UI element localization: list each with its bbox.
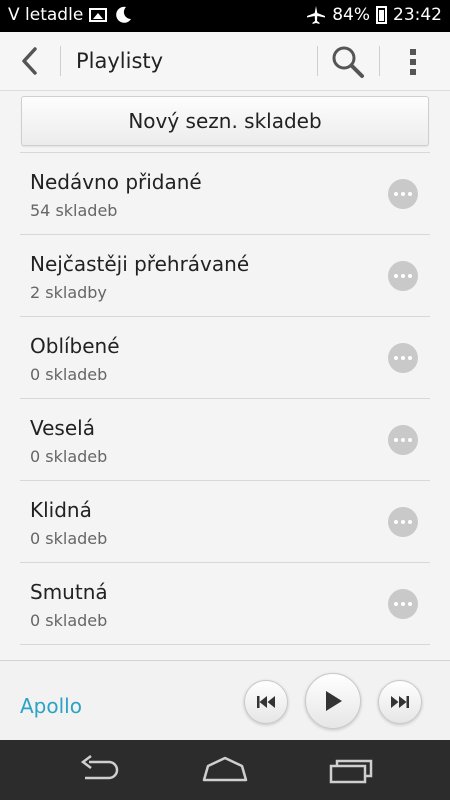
list-item[interactable]: Oblíbené 0 skladeb <box>20 316 430 398</box>
nav-back-icon <box>80 755 119 780</box>
playlist-name: Klidná <box>30 498 92 522</box>
nav-back-button[interactable] <box>75 754 125 786</box>
overflow-menu-button[interactable] <box>398 44 428 80</box>
more-options-icon[interactable] <box>388 261 418 291</box>
divider <box>20 644 430 646</box>
new-playlist-button[interactable]: Nový sezn. skladeb <box>21 96 429 146</box>
page-title: Playlisty <box>76 49 164 73</box>
playlist-name: Nedávno přidané <box>30 170 202 194</box>
search-button[interactable] <box>330 44 366 80</box>
more-options-icon[interactable] <box>388 507 418 537</box>
more-options-icon[interactable] <box>388 343 418 373</box>
playlist-count: 0 skladeb <box>30 611 108 630</box>
playlist-count: 54 skladeb <box>30 201 118 220</box>
playlist-count: 0 skladeb <box>30 365 108 384</box>
playlist-list: Nedávno přidané 54 skladeb Nejčastěji př… <box>0 152 450 646</box>
search-icon <box>332 46 364 78</box>
playlist-count: 0 skladeb <box>30 529 108 548</box>
divider <box>379 46 380 76</box>
playlist-count: 2 skladby <box>30 283 107 302</box>
back-arrow-icon <box>22 47 37 75</box>
system-nav-bar <box>0 740 450 800</box>
next-track-button[interactable] <box>378 680 422 724</box>
list-item[interactable]: Veselá 0 skladeb <box>20 398 430 480</box>
playlist-name: Veselá <box>30 416 95 440</box>
moon-icon <box>116 6 132 23</box>
more-options-icon[interactable] <box>388 425 418 455</box>
clock: 23:42 <box>393 5 442 25</box>
next-track-icon <box>391 696 409 708</box>
play-button[interactable] <box>305 673 361 729</box>
status-bar: V letadle 84% 23:42 <box>0 0 450 32</box>
playlist-name: Nejčastěji přehrávané <box>30 252 250 276</box>
previous-track-icon <box>257 696 275 708</box>
list-item[interactable]: Smutná 0 skladeb <box>20 562 430 644</box>
previous-track-button[interactable] <box>244 680 288 724</box>
now-playing-bar: Apollo <box>0 660 450 741</box>
app-name-link[interactable]: Apollo <box>20 694 82 718</box>
list-item[interactable]: Nejčastěji přehrávané 2 skladby <box>20 234 430 316</box>
playlist-name: Smutná <box>30 580 108 604</box>
divider <box>317 46 318 76</box>
more-options-icon[interactable] <box>388 179 418 209</box>
action-bar: Playlisty <box>0 32 450 91</box>
nav-recents-icon <box>329 759 373 784</box>
image-icon <box>89 8 108 22</box>
airplane-icon <box>307 6 326 24</box>
carrier-text: V letadle <box>8 5 84 25</box>
battery-percent: 84% <box>332 5 370 25</box>
nav-home-icon <box>202 756 248 782</box>
play-icon <box>326 691 342 711</box>
battery-icon <box>376 6 387 24</box>
list-item[interactable]: Nedávno přidané 54 skladeb <box>20 152 430 234</box>
list-item[interactable]: Klidná 0 skladeb <box>20 480 430 562</box>
playlist-name: Oblíbené <box>30 334 120 358</box>
divider <box>60 46 61 76</box>
more-options-icon[interactable] <box>388 589 418 619</box>
playlist-count: 0 skladeb <box>30 447 108 466</box>
nav-recents-button[interactable] <box>327 754 377 786</box>
overflow-menu-icon <box>410 49 416 75</box>
nav-home-button[interactable] <box>200 754 250 786</box>
back-button[interactable] <box>14 44 48 78</box>
